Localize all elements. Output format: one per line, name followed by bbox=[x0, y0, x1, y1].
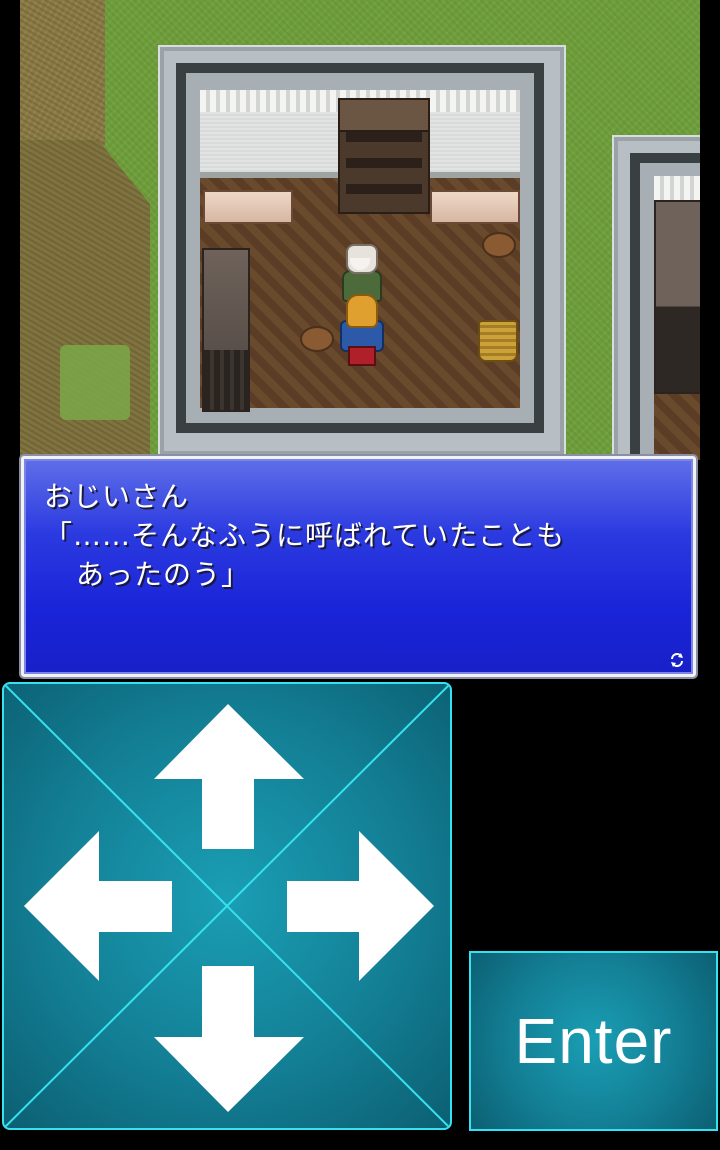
dialog-text-line: あったのう」 bbox=[76, 558, 251, 591]
bench-right bbox=[430, 190, 520, 224]
enter-button[interactable]: Enter bbox=[469, 951, 718, 1131]
bench-left bbox=[203, 190, 293, 224]
hero-hair bbox=[346, 294, 378, 328]
table bbox=[202, 248, 250, 412]
game-screen: おじいさん 「……そんなふうに呼ばれていたことも あったのう」 Enter bbox=[0, 0, 720, 1150]
hero-sprite bbox=[340, 294, 384, 366]
dialog-speaker-name: おじいさん bbox=[44, 480, 190, 513]
stool bbox=[482, 232, 516, 258]
dpad[interactable] bbox=[2, 682, 452, 1130]
dialog-box[interactable]: おじいさん 「……そんなふうに呼ばれていたことも あったのう」 bbox=[21, 456, 696, 677]
dpad-graphic bbox=[4, 684, 450, 1128]
refresh-arrows-icon bbox=[671, 653, 683, 667]
right-cabinet bbox=[654, 200, 700, 394]
enter-button-label: Enter bbox=[514, 1005, 673, 1077]
grass-patch bbox=[60, 345, 130, 420]
right-room-wall bbox=[654, 176, 700, 202]
stool bbox=[300, 326, 334, 352]
basket bbox=[478, 320, 518, 362]
game-map bbox=[20, 0, 700, 460]
npc-old-man-sprite bbox=[342, 244, 382, 302]
dialog-text-line: 「……そんなふうに呼ばれていたことも bbox=[44, 519, 566, 552]
hero-legs bbox=[348, 346, 376, 366]
bookshelf-top bbox=[338, 98, 430, 132]
